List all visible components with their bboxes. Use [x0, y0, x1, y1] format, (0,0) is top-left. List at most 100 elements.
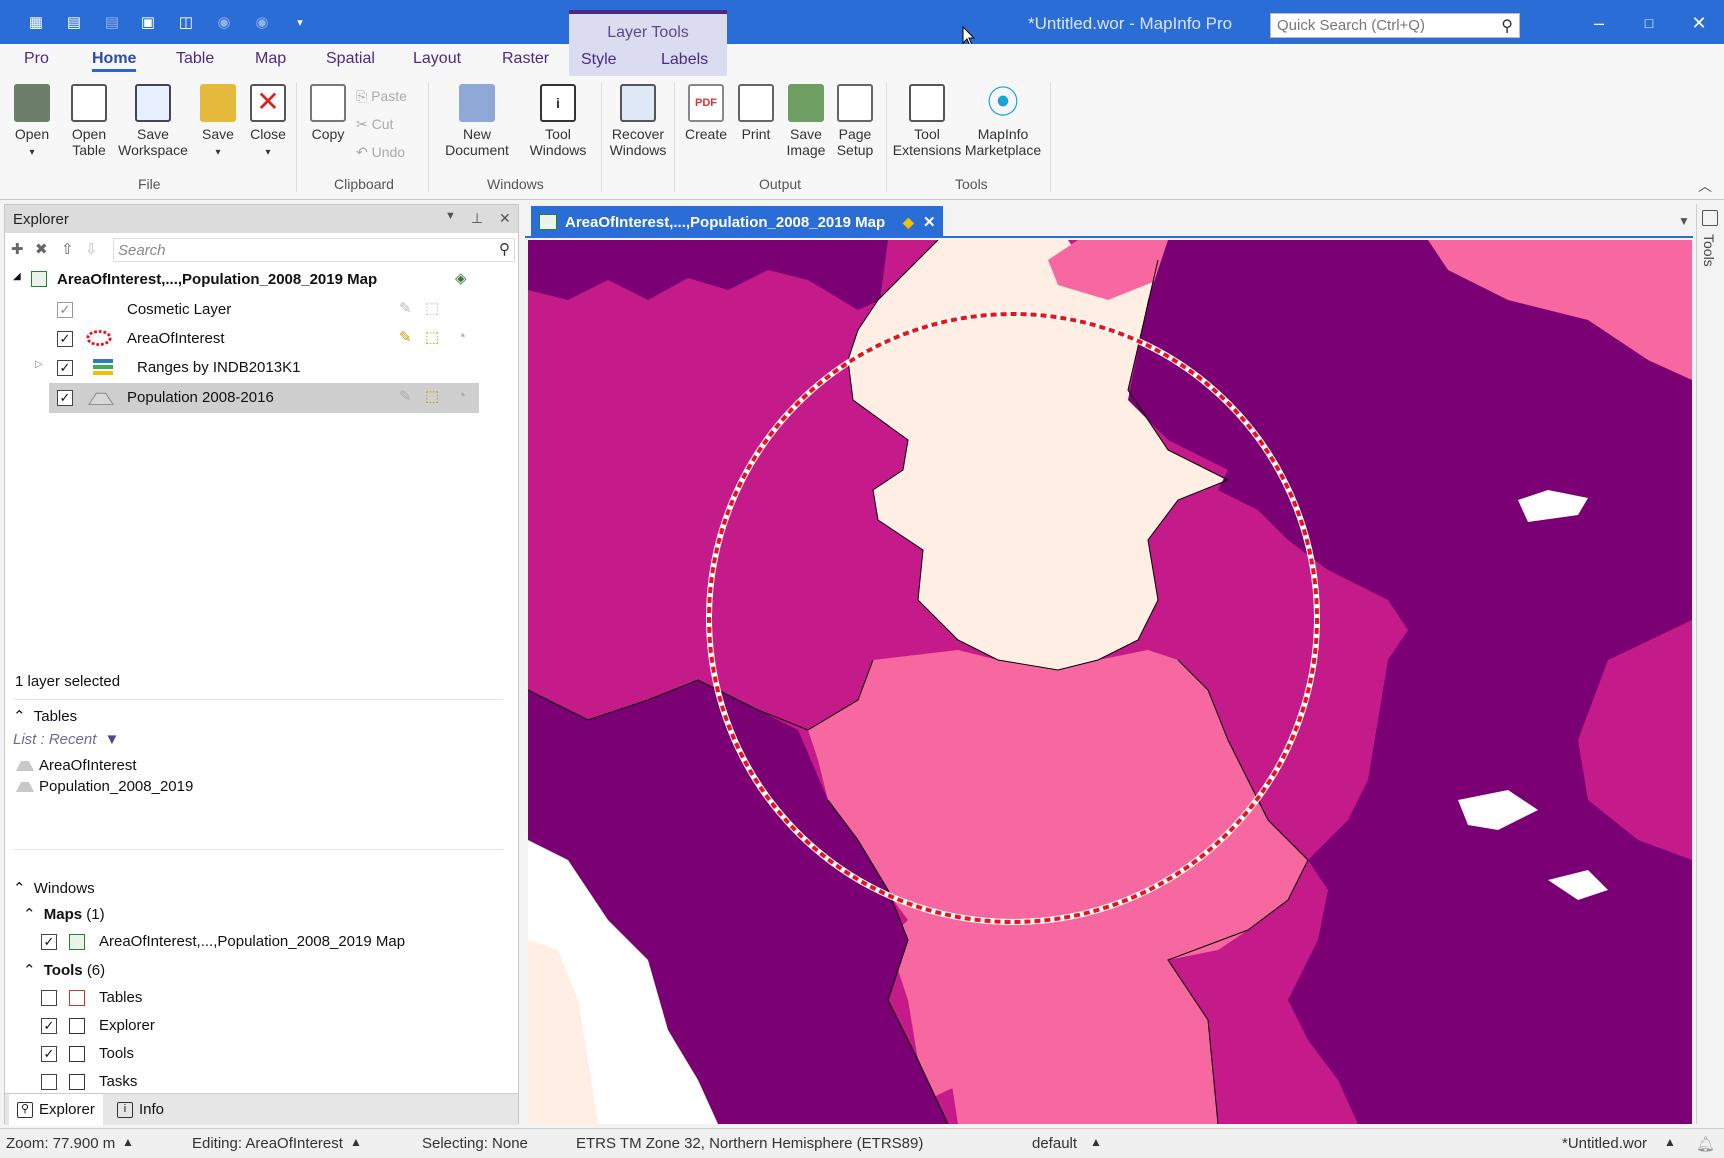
status-editing[interactable]: Editing: AreaOfInterest — [192, 1135, 343, 1152]
tab-layout[interactable]: Layout — [413, 50, 461, 68]
search-icon[interactable]: ⚲ — [499, 240, 510, 258]
close-panel-icon[interactable]: ✕ — [499, 210, 511, 227]
move-up-icon[interactable]: ⇧ — [61, 240, 74, 258]
tool-extensions-button[interactable]: Tool Extensions — [892, 84, 962, 158]
marketplace-button[interactable]: ⦿ MapInfo Marketplace — [964, 84, 1042, 158]
copy-button[interactable]: Copy — [306, 84, 350, 142]
tools-strip-label: Tools — [1701, 234, 1717, 267]
selectable-icon[interactable]: ⬚ — [425, 328, 439, 346]
add-layer-icon[interactable]: ✚ — [11, 240, 24, 258]
pin-icon[interactable]: ⊥ — [471, 210, 483, 227]
save-button[interactable]: Save ▾ — [196, 84, 240, 158]
explorer-search-input[interactable]: Search ⚲ — [113, 238, 515, 262]
new-document-button[interactable]: New Document — [436, 84, 518, 158]
tab-labels[interactable]: Labels — [649, 44, 727, 76]
tool-window-item[interactable]: ✓ Tools — [5, 1039, 518, 1067]
tabs-dropdown-icon[interactable]: ▼ — [1678, 214, 1690, 228]
map-document-tab[interactable]: AreaOfInterest,...,Population_2008_2019 … — [531, 206, 943, 238]
window-visibility-checkbox[interactable]: ✓ — [41, 934, 57, 950]
new-layout-icon[interactable]: ◫ — [174, 12, 198, 34]
open-table-button[interactable]: Open Table — [66, 84, 112, 158]
edit-pencil-icon[interactable]: ✎ — [399, 299, 412, 317]
status-workspace[interactable]: *Untitled.wor — [1562, 1135, 1647, 1152]
tab-pro[interactable]: Pro — [24, 50, 49, 68]
windows-section-header[interactable]: ⌃ Windows — [13, 879, 95, 897]
layer-visibility-checkbox[interactable]: ✓ — [57, 360, 73, 376]
label-icon[interactable]: ◔ — [457, 387, 466, 404]
edit-pencil-icon[interactable]: ✎ — [399, 328, 412, 346]
tab-explorer[interactable]: ⚲ Explorer — [9, 1094, 103, 1126]
selectable-icon[interactable]: ⬚ — [425, 299, 439, 317]
recover-windows-button[interactable]: Recover Windows — [605, 84, 671, 158]
tool-window-item[interactable]: Tasks — [5, 1067, 518, 1093]
status-zoom[interactable]: Zoom: 77.900 m — [6, 1135, 115, 1152]
layer-visibility-checkbox[interactable]: ✓ — [57, 390, 73, 406]
expand-triangle-icon[interactable]: ▷ — [35, 359, 43, 370]
save-image-button[interactable]: Save Image — [782, 84, 830, 158]
workspace-dropdown-icon[interactable]: ▲ — [1664, 1135, 1676, 1149]
close-window-button[interactable]: ✕ — [1684, 12, 1714, 34]
save-workspace-button[interactable]: Save Workspace — [114, 84, 192, 158]
minimize-button[interactable]: – — [1584, 12, 1614, 34]
notification-icon[interactable]: 🔔︎ — [1696, 1135, 1715, 1153]
map-tree-node[interactable]: ◢ AreaOfInterest,...,Population_2008_201… — [5, 265, 518, 293]
tables-list-mode-dropdown[interactable]: List : Recent ▼ — [13, 731, 119, 748]
tab-style[interactable]: Style — [569, 44, 649, 76]
layer-control-icon[interactable]: ◈ — [455, 269, 467, 287]
window-visibility-checkbox[interactable]: ✓ — [41, 1046, 57, 1062]
print-button[interactable]: Print — [732, 84, 780, 142]
tool-window-item[interactable]: ✓ Explorer — [5, 1011, 518, 1039]
editing-dropdown-icon[interactable]: ▲ — [350, 1135, 362, 1149]
layer-row-ranges[interactable]: ▷ ✓ Ranges by INDB2013K1 — [5, 353, 518, 381]
maximize-button[interactable]: □ — [1634, 12, 1664, 34]
status-selecting[interactable]: Selecting: None — [422, 1135, 528, 1152]
status-style[interactable]: default — [1032, 1135, 1077, 1152]
tools-subsection-header[interactable]: ⌃ Tools (6) — [23, 961, 105, 979]
zoom-dropdown-icon[interactable]: ▲ — [122, 1135, 134, 1149]
window-visibility-checkbox[interactable]: ✓ — [41, 1018, 57, 1034]
search-icon[interactable]: ⚲ — [1501, 16, 1513, 36]
tool-windows-button[interactable]: i Tool Windows — [520, 84, 596, 158]
table-item[interactable]: Population_2008_2019 — [5, 772, 518, 800]
map-window-item[interactable]: ✓ AreaOfInterest,...,Population_2008_201… — [5, 927, 518, 955]
window-visibility-checkbox[interactable] — [41, 1074, 57, 1090]
tool-window-item[interactable]: Tables — [5, 983, 518, 1011]
map-window-icon — [31, 271, 47, 287]
tools-side-strip[interactable]: Tools — [1696, 204, 1724, 1124]
edit-pencil-icon[interactable]: ✎ — [399, 387, 412, 405]
quick-search-input[interactable]: Quick Search (Ctrl+Q) ⚲ — [1270, 13, 1520, 38]
create-pdf-button[interactable]: PDF Create — [682, 84, 730, 142]
tab-raster[interactable]: Raster — [502, 50, 549, 68]
map-drawing[interactable] — [528, 240, 1692, 1124]
layer-row-areaofinterest[interactable]: ✓ AreaOfInterest ✎ ⬚ ◔ — [5, 324, 518, 352]
collapse-triangle-icon[interactable]: ◢ — [13, 271, 21, 282]
tab-home[interactable]: Home — [92, 50, 137, 72]
layer-visibility-checkbox[interactable]: ✓ — [57, 331, 73, 347]
panel-menu-chevron-icon[interactable]: ▼ — [445, 210, 456, 222]
new-browser-icon[interactable]: ▤ — [62, 12, 86, 34]
map-canvas[interactable] — [528, 240, 1692, 1124]
layer-row-population[interactable]: ✓ Population 2008-2016 ✎ ⬚ ◔ — [5, 383, 518, 413]
tables-section-header[interactable]: ⌃ Tables — [13, 707, 77, 725]
close-button[interactable]: ✕ Close ▾ — [246, 84, 290, 158]
collapse-ribbon-chevron-icon[interactable]: ︿ — [1698, 176, 1712, 196]
table-icon[interactable]: ▦ — [24, 12, 48, 34]
layer-row-cosmetic[interactable]: ✓ Cosmetic Layer ✎ ⬚ — [5, 295, 518, 323]
window-visibility-checkbox[interactable] — [41, 990, 57, 1006]
tab-spatial[interactable]: Spatial — [326, 50, 375, 68]
new-mapper-icon[interactable]: ▣ — [136, 12, 160, 34]
label-icon[interactable]: ◔ — [457, 328, 466, 345]
tab-info[interactable]: i Info — [109, 1094, 172, 1126]
tab-map[interactable]: Map — [255, 50, 286, 68]
customize-chevron-icon[interactable]: ▾ — [288, 12, 312, 34]
maps-subsection-header[interactable]: ⌃ Maps (1) — [23, 905, 105, 923]
style-dropdown-icon[interactable]: ▲ — [1090, 1135, 1102, 1149]
close-tab-icon[interactable]: ✕ — [923, 213, 936, 231]
open-button[interactable]: Open ▾ — [10, 84, 54, 158]
layer-visibility-checkbox[interactable]: ✓ — [57, 302, 73, 318]
status-projection[interactable]: ETRS TM Zone 32, Northern Hemisphere (ET… — [576, 1135, 923, 1152]
page-setup-button[interactable]: Page Setup — [832, 84, 878, 158]
selectable-icon[interactable]: ⬚ — [425, 387, 439, 405]
tab-table[interactable]: Table — [176, 50, 214, 68]
remove-layer-icon[interactable]: ✖ — [35, 240, 48, 258]
